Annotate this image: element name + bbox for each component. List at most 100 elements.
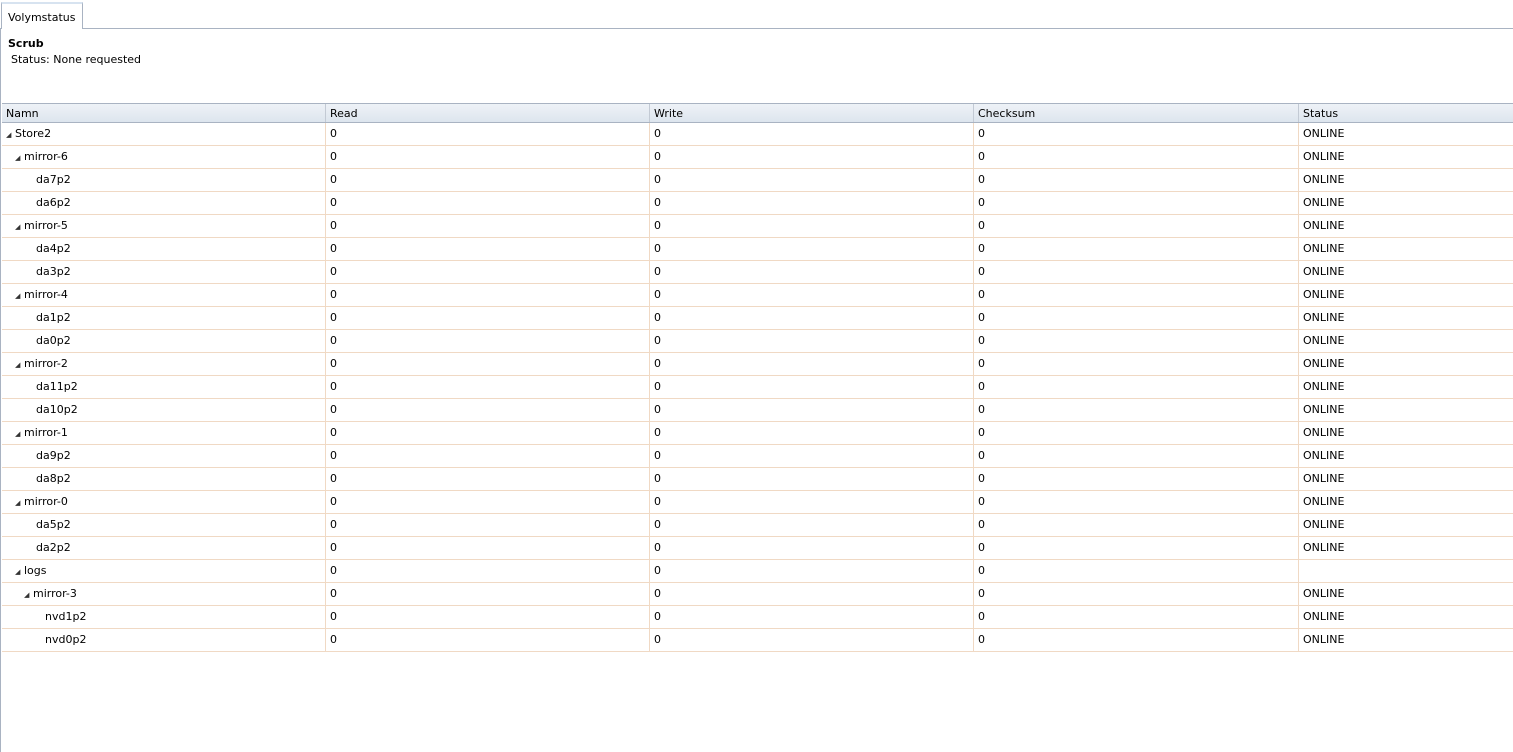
cell-status: ONLINE xyxy=(1303,334,1345,347)
table-row[interactable]: da6p2 0 0 0 ONLINE xyxy=(2,192,1513,215)
tab-volymstatus[interactable]: Volymstatus xyxy=(1,2,83,29)
cell-read: 0 xyxy=(326,399,650,421)
expand-triangle-icon[interactable]: ◢ xyxy=(15,355,24,376)
cell-name: da0p2 xyxy=(2,330,326,352)
node-name: nvd0p2 xyxy=(45,633,87,646)
pool-status-tree-grid: Namn Read Write Checksum Status ◢ Store2 0… xyxy=(2,103,1513,652)
table-row[interactable]: da11p2 0 0 0 ONLINE xyxy=(2,376,1513,399)
cell-write: 0 xyxy=(650,376,974,398)
expand-triangle-icon[interactable]: ◢ xyxy=(6,125,15,146)
cell-read: 0 xyxy=(326,353,650,375)
cell-read: 0 xyxy=(326,560,650,582)
table-row[interactable]: ◢ Store2 0 0 0 ONLINE xyxy=(2,123,1513,146)
node-name: mirror-1 xyxy=(24,426,68,439)
expand-triangle-icon[interactable]: ◢ xyxy=(15,493,24,514)
cell-write: 0 xyxy=(650,192,974,214)
cell-read: 0 xyxy=(326,307,650,329)
table-row[interactable]: da2p2 0 0 0 ONLINE xyxy=(2,537,1513,560)
cell-write: 0 xyxy=(650,399,974,421)
cell-checksum: 0 xyxy=(974,537,1299,559)
table-row[interactable]: ◢ mirror-3 0 0 0 ONLINE xyxy=(2,583,1513,606)
cell-read: 0 xyxy=(326,261,650,283)
expand-triangle-icon[interactable]: ◢ xyxy=(24,585,33,606)
expand-triangle-icon[interactable]: ◢ xyxy=(15,424,24,445)
cell-name: ◢ mirror-1 xyxy=(2,422,326,444)
cell-status: ONLINE xyxy=(1303,610,1345,623)
cell-name: da8p2 xyxy=(2,468,326,490)
cell-write: 0 xyxy=(650,261,974,283)
table-row[interactable]: ◢ logs 0 0 0 xyxy=(2,560,1513,583)
cell-read: 0 xyxy=(326,123,650,145)
column-header-checksum[interactable]: Checksum xyxy=(974,104,1299,122)
scrub-status: Status: None requested xyxy=(11,53,142,66)
cell-read: 0 xyxy=(326,376,650,398)
cell-checksum: 0 xyxy=(974,307,1299,329)
cell-name: ◢ mirror-3 xyxy=(2,583,326,605)
cell-write: 0 xyxy=(650,169,974,191)
cell-write: 0 xyxy=(650,514,974,536)
cell-status: ONLINE xyxy=(1303,426,1345,439)
cell-checksum: 0 xyxy=(974,491,1299,513)
cell-checksum: 0 xyxy=(974,583,1299,605)
expand-triangle-icon[interactable]: ◢ xyxy=(15,217,24,238)
column-header-status[interactable]: Status xyxy=(1299,104,1513,122)
node-name: da4p2 xyxy=(36,242,71,255)
node-name: nvd1p2 xyxy=(45,610,87,623)
node-name: da6p2 xyxy=(36,196,71,209)
cell-checksum: 0 xyxy=(974,353,1299,375)
column-header-read[interactable]: Read xyxy=(326,104,650,122)
cell-read: 0 xyxy=(326,629,650,651)
cell-name: da6p2 xyxy=(2,192,326,214)
cell-status: ONLINE xyxy=(1303,449,1345,462)
node-name: da8p2 xyxy=(36,472,71,485)
cell-checksum: 0 xyxy=(974,399,1299,421)
node-name: mirror-5 xyxy=(24,219,68,232)
table-row[interactable]: ◢ mirror-2 0 0 0 ONLINE xyxy=(2,353,1513,376)
cell-write: 0 xyxy=(650,560,974,582)
column-header-write[interactable]: Write xyxy=(650,104,974,122)
table-row[interactable]: ◢ mirror-1 0 0 0 ONLINE xyxy=(2,422,1513,445)
expand-triangle-icon[interactable]: ◢ xyxy=(15,148,24,169)
panel-border xyxy=(0,28,1,752)
cell-write: 0 xyxy=(650,468,974,490)
cell-read: 0 xyxy=(326,468,650,490)
column-header-name[interactable]: Namn xyxy=(2,104,326,122)
cell-status: ONLINE xyxy=(1303,242,1345,255)
cell-write: 0 xyxy=(650,629,974,651)
cell-checksum: 0 xyxy=(974,261,1299,283)
cell-checksum: 0 xyxy=(974,629,1299,651)
cell-name: da2p2 xyxy=(2,537,326,559)
table-row[interactable]: da1p2 0 0 0 ONLINE xyxy=(2,307,1513,330)
cell-write: 0 xyxy=(650,583,974,605)
cell-status: ONLINE xyxy=(1303,633,1345,646)
cell-write: 0 xyxy=(650,238,974,260)
table-row[interactable]: da5p2 0 0 0 ONLINE xyxy=(2,514,1513,537)
cell-checksum: 0 xyxy=(974,514,1299,536)
table-row[interactable]: da3p2 0 0 0 ONLINE xyxy=(2,261,1513,284)
table-row[interactable]: da10p2 0 0 0 ONLINE xyxy=(2,399,1513,422)
cell-read: 0 xyxy=(326,284,650,306)
table-row[interactable]: nvd1p2 0 0 0 ONLINE xyxy=(2,606,1513,629)
cell-status: ONLINE xyxy=(1303,357,1345,370)
cell-write: 0 xyxy=(650,537,974,559)
node-name: mirror-4 xyxy=(24,288,68,301)
table-row[interactable]: ◢ mirror-4 0 0 0 ONLINE xyxy=(2,284,1513,307)
expand-triangle-icon[interactable]: ◢ xyxy=(15,286,24,307)
cell-checksum: 0 xyxy=(974,445,1299,467)
table-row[interactable]: nvd0p2 0 0 0 ONLINE xyxy=(2,629,1513,652)
table-row[interactable]: ◢ mirror-6 0 0 0 ONLINE xyxy=(2,146,1513,169)
cell-checksum: 0 xyxy=(974,468,1299,490)
cell-status: ONLINE xyxy=(1303,403,1345,416)
table-row[interactable]: da0p2 0 0 0 ONLINE xyxy=(2,330,1513,353)
cell-checksum: 0 xyxy=(974,606,1299,628)
cell-read: 0 xyxy=(326,514,650,536)
grid-body: ◢ Store2 0 0 0 ONLINE ◢ mirror-6 0 0 0 ONLINE da7p2 0… xyxy=(2,123,1513,652)
table-row[interactable]: ◢ mirror-0 0 0 0 ONLINE xyxy=(2,491,1513,514)
table-row[interactable]: da7p2 0 0 0 ONLINE xyxy=(2,169,1513,192)
table-row[interactable]: da9p2 0 0 0 ONLINE xyxy=(2,445,1513,468)
table-row[interactable]: da4p2 0 0 0 ONLINE xyxy=(2,238,1513,261)
cell-status: ONLINE xyxy=(1303,311,1345,324)
expand-triangle-icon[interactable]: ◢ xyxy=(15,562,24,583)
table-row[interactable]: ◢ mirror-5 0 0 0 ONLINE xyxy=(2,215,1513,238)
table-row[interactable]: da8p2 0 0 0 ONLINE xyxy=(2,468,1513,491)
